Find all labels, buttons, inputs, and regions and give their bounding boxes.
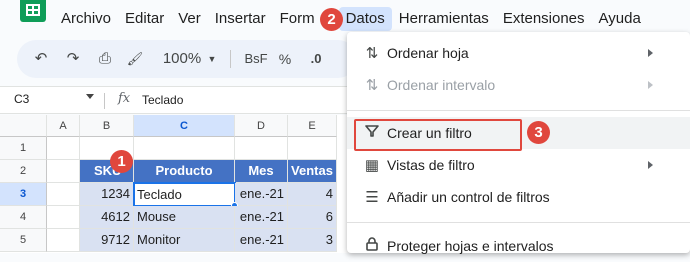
table-cell[interactable]: 1234 xyxy=(80,183,134,206)
table-cell[interactable]: ene.-21 xyxy=(235,229,288,252)
table-cell[interactable]: 6 xyxy=(288,206,337,229)
menu-bar: Archivo Editar Ver Insertar Form Datos H… xyxy=(54,7,648,31)
sheets-logo-icon[interactable] xyxy=(20,0,46,22)
menu-item-proteger[interactable]: Proteger hojas e intervalos xyxy=(347,230,690,262)
menu-ver[interactable]: Ver xyxy=(171,7,208,31)
menu-divider xyxy=(347,110,690,111)
table-cell[interactable]: ene.-21 xyxy=(235,206,288,229)
menu-item-label: Vistas de filtro xyxy=(387,157,475,173)
submenu-arrow-icon xyxy=(648,81,653,89)
formula-input[interactable]: Teclado xyxy=(142,93,183,107)
highlight-box xyxy=(354,119,522,151)
submenu-arrow-icon xyxy=(648,49,653,57)
row-header-1[interactable]: 1 xyxy=(0,137,47,160)
menu-item-control-filtros[interactable]: ☰ Añadir un control de filtros xyxy=(347,181,690,213)
table-cell[interactable]: 3 xyxy=(288,229,337,252)
callout-2: 2 xyxy=(320,8,343,31)
menu-editar[interactable]: Editar xyxy=(118,7,171,31)
toolbar: ↶ ↷ ⎙ 🖌 100% ▼ BsF % .0 xyxy=(17,40,357,78)
cell-a1[interactable] xyxy=(47,137,80,160)
column-header-b[interactable]: B xyxy=(80,115,134,137)
callout-1: 1 xyxy=(110,150,133,173)
menu-item-ordenar-hoja[interactable]: ⇅ Ordenar hoja xyxy=(347,37,690,69)
active-cell[interactable]: Teclado xyxy=(133,182,236,207)
cell-c1[interactable] xyxy=(134,137,235,160)
print-icon[interactable]: ⎙ xyxy=(95,40,115,78)
redo-icon[interactable]: ↷ xyxy=(63,40,83,78)
menu-item-vistas-filtro[interactable]: ▦ Vistas de filtro xyxy=(347,149,690,181)
table-header-mes[interactable]: Mes xyxy=(235,160,288,183)
column-header-c[interactable]: C xyxy=(134,115,235,137)
table-cell[interactable]: 4612 xyxy=(80,206,134,229)
percent-format-button[interactable]: % xyxy=(276,40,294,78)
currency-format-button[interactable]: BsF xyxy=(241,40,271,78)
decrease-decimal-button[interactable]: .0 xyxy=(305,40,327,78)
cell-d1[interactable] xyxy=(235,137,288,160)
zoom-select[interactable]: 100% xyxy=(160,40,204,78)
row-header-4[interactable]: 4 xyxy=(0,206,47,229)
table-header-producto[interactable]: Producto xyxy=(134,160,235,183)
toolbar-divider xyxy=(230,50,231,68)
chevron-down-icon[interactable]: ▼ xyxy=(207,40,217,78)
menu-ayuda[interactable]: Ayuda xyxy=(592,7,648,31)
name-box[interactable]: C3 xyxy=(14,92,29,106)
menu-herramientas[interactable]: Herramientas xyxy=(392,7,496,31)
table-cell[interactable]: 9712 xyxy=(80,229,134,252)
menu-extensiones[interactable]: Extensiones xyxy=(496,7,592,31)
menu-item-label: Añadir un control de filtros xyxy=(387,189,550,205)
table-cell[interactable]: Mouse xyxy=(134,206,235,229)
lock-icon xyxy=(363,237,381,255)
menu-archivo[interactable]: Archivo xyxy=(54,7,118,31)
cell-a3[interactable] xyxy=(47,183,80,206)
menu-item-label: Proteger hojas e intervalos xyxy=(387,238,554,254)
formula-divider xyxy=(104,93,105,109)
table-cell[interactable]: 4 xyxy=(288,183,337,206)
cell-e1[interactable] xyxy=(288,137,337,160)
table-cell[interactable]: Monitor xyxy=(134,229,235,252)
submenu-arrow-icon xyxy=(648,161,653,169)
slicer-icon: ☰ xyxy=(365,189,379,206)
table-cell[interactable]: ene.-21 xyxy=(235,183,288,206)
cell-a5[interactable] xyxy=(47,229,80,252)
undo-icon[interactable]: ↶ xyxy=(31,40,51,78)
menu-formato[interactable]: Form xyxy=(273,7,315,31)
cell-a2[interactable] xyxy=(47,160,80,183)
menu-divider xyxy=(347,222,690,223)
callout-3: 3 xyxy=(527,121,550,144)
row-header-3[interactable]: 3 xyxy=(0,183,47,206)
document-title[interactable] xyxy=(80,0,310,4)
column-header-e[interactable]: E xyxy=(288,115,337,137)
menu-item-ordenar-intervalo[interactable]: ⇅ Ordenar intervalo xyxy=(347,69,690,101)
paint-format-icon[interactable]: 🖌 xyxy=(125,40,145,78)
table-header-ventas[interactable]: Ventas xyxy=(288,160,337,183)
menu-insertar[interactable]: Insertar xyxy=(208,7,273,31)
filter-views-icon: ▦ xyxy=(364,157,380,174)
cell-a4[interactable] xyxy=(47,206,80,229)
column-header-a[interactable]: A xyxy=(47,115,80,137)
column-header-d[interactable]: D xyxy=(235,115,288,137)
sort-icon: ⇅ xyxy=(365,77,379,94)
menu-item-label: Ordenar hoja xyxy=(387,45,469,61)
name-box-chevron-icon[interactable] xyxy=(86,94,94,99)
select-all-corner[interactable] xyxy=(0,115,47,137)
row-header-2[interactable]: 2 xyxy=(0,160,47,183)
sort-icon: ⇅ xyxy=(365,45,379,62)
menu-datos[interactable]: Datos xyxy=(338,7,392,31)
row-header-5[interactable]: 5 xyxy=(0,229,47,252)
menu-item-label: Ordenar intervalo xyxy=(387,77,496,93)
fx-icon: fx xyxy=(118,91,131,106)
